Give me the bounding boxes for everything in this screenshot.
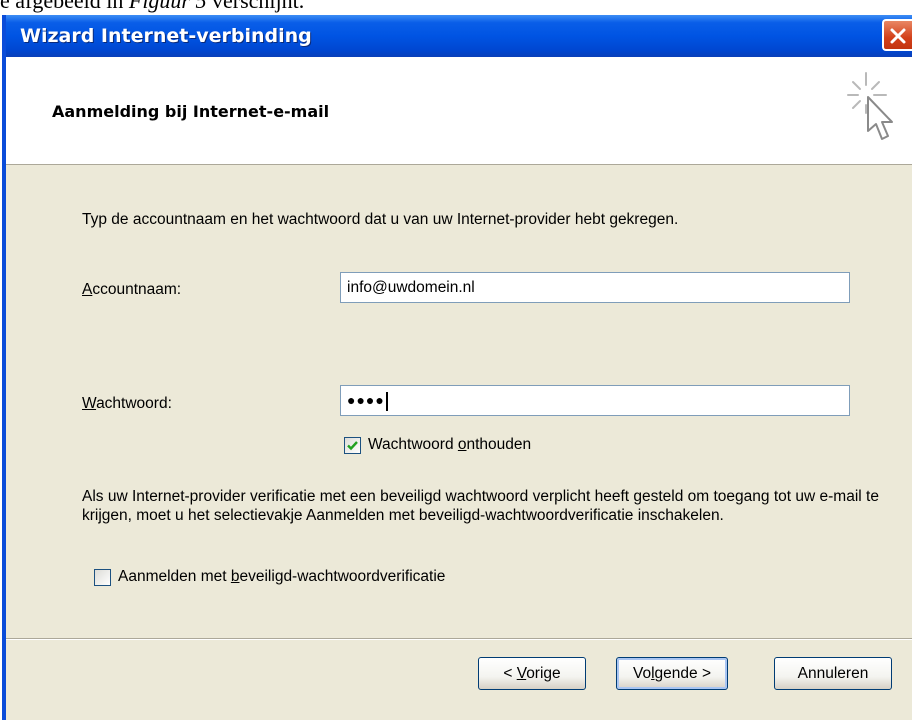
checkmark-icon (347, 441, 358, 451)
close-icon (890, 28, 906, 44)
wizard-cursor-icon (847, 72, 893, 140)
account-input[interactable]: info@uwdomein.nl (340, 272, 850, 303)
caption-figure-ref: Figuur 5 (128, 0, 207, 13)
back-button[interactable]: < Vorige (478, 657, 586, 690)
text-caret (385, 391, 388, 411)
wizard-window: Wizard Internet-verbinding Aanmelding bi… (2, 15, 912, 720)
back-label-accesskey: V (516, 665, 527, 682)
remember-password-label[interactable]: Wachtwoord onthouden (368, 436, 531, 454)
spa-label[interactable]: Aanmelden met beveiligd-wachtwoordverifi… (118, 568, 445, 586)
remember-label-pre: Wachtwoord (368, 436, 458, 453)
account-label-accesskey: A (82, 281, 93, 298)
close-button[interactable] (882, 19, 912, 51)
next-label-pre: Vo (632, 665, 652, 682)
password-input[interactable]: ●●●● (340, 385, 850, 416)
remember-label-accesskey: o (457, 436, 467, 453)
page-title: Aanmelding bij Internet-e-mail (52, 102, 330, 121)
password-label-text: achtwoord: (96, 395, 172, 412)
wizard-header: Aanmelding bij Internet-e-mail (6, 57, 912, 165)
password-label: Wachtwoord: (82, 395, 172, 413)
account-value: info@uwdomein.nl (347, 279, 475, 296)
back-label-pre: < (503, 665, 517, 682)
intro-text: Typ de accountnaam en het wachtwoord dat… (82, 211, 679, 228)
wizard-body: Typ de accountnaam en het wachtwoord dat… (6, 165, 912, 640)
next-button[interactable]: Volgende > (616, 657, 728, 690)
window-title: Wizard Internet-verbinding (20, 25, 312, 47)
back-label-post: orige (526, 665, 561, 682)
password-label-accesskey: W (82, 395, 97, 412)
account-label-text: ccountnaam: (92, 281, 182, 298)
button-separator (6, 638, 912, 640)
remember-label-post: nthouden (466, 436, 532, 453)
spa-checkbox[interactable] (94, 569, 111, 586)
spa-explanation-text: Als uw Internet-provider verificatie met… (82, 488, 879, 524)
next-label-post: gende > (654, 665, 712, 682)
caption-text: e afgebeeld in (0, 0, 129, 13)
spa-label-accesskey: b (230, 568, 240, 585)
account-label: Accountnaam: (82, 281, 181, 299)
spa-label-pre: Aanmelden met (118, 568, 231, 585)
spa-label-post: eveiligd-wachtwoordverificatie (239, 568, 446, 585)
title-bar[interactable]: Wizard Internet-verbinding (6, 15, 912, 57)
caption-text-end: verschijnt. (206, 0, 305, 13)
password-masked-value: ●●●● (347, 392, 385, 408)
document-caption: e afgebeeld in Figuur 5 verschijnt. (0, 0, 305, 13)
remember-password-checkbox[interactable] (344, 437, 361, 454)
cancel-button[interactable]: Annuleren (774, 657, 892, 690)
